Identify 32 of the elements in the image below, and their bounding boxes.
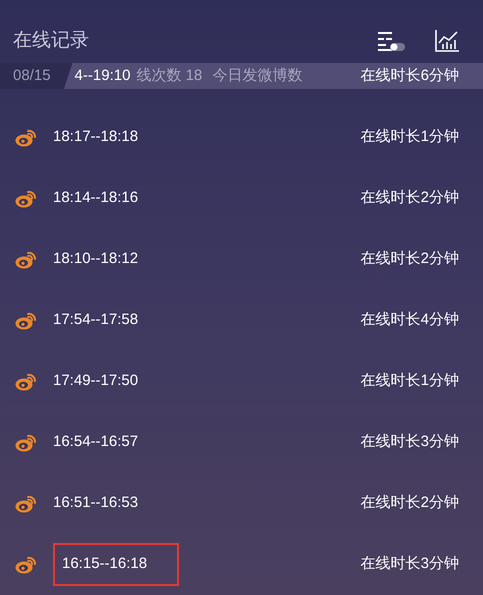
duration-label: 在线时长1分钟 xyxy=(360,371,459,392)
duration-label: 在线时长1分钟 xyxy=(360,127,459,148)
duration-label: 在线时长4分钟 xyxy=(360,310,459,330)
weibo-icon xyxy=(15,190,37,208)
time-range: 16:15--16:18 xyxy=(53,543,179,586)
time-range: 16:54--16:57 xyxy=(53,432,138,452)
duration-label: 在线时长2分钟 xyxy=(360,493,459,514)
weibo-icon xyxy=(15,312,37,330)
duration-label: 在线时长2分钟 xyxy=(360,249,459,270)
duration-label: 在线时长6分钟 xyxy=(360,66,459,86)
time-range: 18:17--18:18 xyxy=(53,127,138,148)
date-label: 08/15 xyxy=(0,62,73,89)
duration-label: 在线时长3分钟 xyxy=(360,432,459,452)
time-range: 17:49--17:50 xyxy=(53,371,138,392)
chart-icon[interactable] xyxy=(434,29,460,54)
duration-label: 在线时长2分钟 xyxy=(360,188,459,208)
weibo-icon xyxy=(15,372,37,390)
weibo-icon xyxy=(15,494,37,512)
time-range: 18:14--18:16 xyxy=(53,188,138,208)
page-title: 在线记录 xyxy=(13,29,90,54)
filter-toggle-icon[interactable] xyxy=(376,29,406,54)
posts-label: 今日发微博数 xyxy=(212,66,302,86)
time-range: 18:10--18:12 xyxy=(53,249,138,270)
duration-label: 在线时长3分钟 xyxy=(360,554,459,574)
weibo-icon xyxy=(15,128,37,146)
weibo-icon xyxy=(15,556,37,574)
weibo-icon xyxy=(15,434,37,452)
time-range: 4--19:10 xyxy=(74,66,130,86)
time-range: 17:54--17:58 xyxy=(53,310,138,330)
weibo-icon xyxy=(15,250,37,268)
time-range: 16:51--16:53 xyxy=(53,493,138,514)
online-count: 线次数 18 xyxy=(136,66,202,86)
